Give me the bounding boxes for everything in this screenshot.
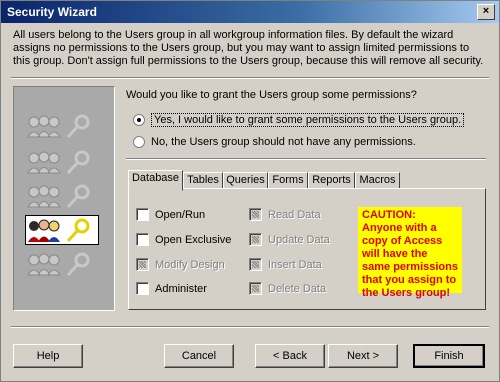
checkbox-update-data-label: Update Data (268, 233, 330, 246)
checkbox-administer-box[interactable] (136, 282, 149, 295)
checkbox-read-data-box (249, 208, 262, 221)
checkbox-modify-design: Modify Design (136, 258, 225, 271)
tab-database[interactable]: Database (128, 170, 183, 191)
back-button[interactable]: < Back (255, 344, 325, 368)
checkbox-administer[interactable]: Administer (136, 282, 207, 295)
checkbox-open-exclusive[interactable]: Open Exclusive (136, 233, 231, 246)
checkbox-update-data: Update Data (249, 233, 330, 246)
radio-yes[interactable]: Yes, I would like to grant some permissi… (133, 113, 465, 127)
checkbox-read-data: Read Data (249, 208, 321, 221)
wizard-graphic-panel (13, 86, 115, 311)
checkbox-open-run-box[interactable] (136, 208, 149, 221)
radio-no-indicator[interactable] (133, 136, 145, 148)
checkbox-delete-data-label: Delete Data (268, 282, 327, 295)
checkbox-insert-data: Insert Data (249, 258, 322, 271)
help-button[interactable]: Help (13, 344, 83, 368)
checkbox-insert-data-label: Insert Data (268, 258, 322, 271)
radio-no-label[interactable]: No, the Users group should not have any … (151, 136, 416, 148)
checkbox-modify-design-label: Modify Design (155, 258, 225, 271)
users-key-icon (26, 149, 98, 177)
checkbox-open-exclusive-box[interactable] (136, 233, 149, 246)
top-divider (11, 77, 489, 79)
radio-yes-label[interactable]: Yes, I would like to grant some permissi… (151, 113, 465, 127)
checkbox-delete-data: Delete Data (249, 282, 326, 295)
checkbox-delete-data-box (249, 282, 262, 295)
checkbox-open-exclusive-label[interactable]: Open Exclusive (155, 234, 231, 246)
window-title: Security Wizard (7, 5, 97, 19)
cancel-button[interactable]: Cancel (164, 344, 234, 368)
checkbox-open-run[interactable]: Open/Run (136, 208, 205, 221)
finish-button[interactable]: Finish (413, 344, 485, 368)
security-wizard-window: Security Wizard × All users belong to th… (0, 0, 500, 382)
users-key-icon (26, 251, 98, 279)
close-button[interactable]: × (477, 4, 495, 20)
permissions-question: Would you like to grant the Users group … (126, 89, 417, 101)
next-button[interactable]: Next > (328, 344, 398, 368)
checkbox-insert-data-box (249, 258, 262, 271)
users-key-icon (26, 113, 98, 141)
radio-no[interactable]: No, the Users group should not have any … (133, 136, 416, 148)
intro-text: All users belong to the Users group in a… (13, 29, 484, 67)
checkbox-open-run-label[interactable]: Open/Run (155, 209, 205, 221)
bottom-divider (11, 326, 489, 328)
radio-yes-indicator[interactable] (133, 114, 145, 126)
checkbox-administer-label[interactable]: Administer (155, 283, 207, 295)
users-key-icon-selected (25, 215, 99, 245)
caution-note: CAUTION: Anyone with a copy of Access wi… (358, 207, 462, 299)
users-key-icon (26, 183, 98, 211)
mid-divider (126, 158, 486, 160)
checkbox-update-data-box (249, 233, 262, 246)
title-bar[interactable]: Security Wizard × (1, 1, 499, 23)
checkbox-read-data-label: Read Data (268, 208, 321, 221)
checkbox-modify-design-box (136, 258, 149, 271)
